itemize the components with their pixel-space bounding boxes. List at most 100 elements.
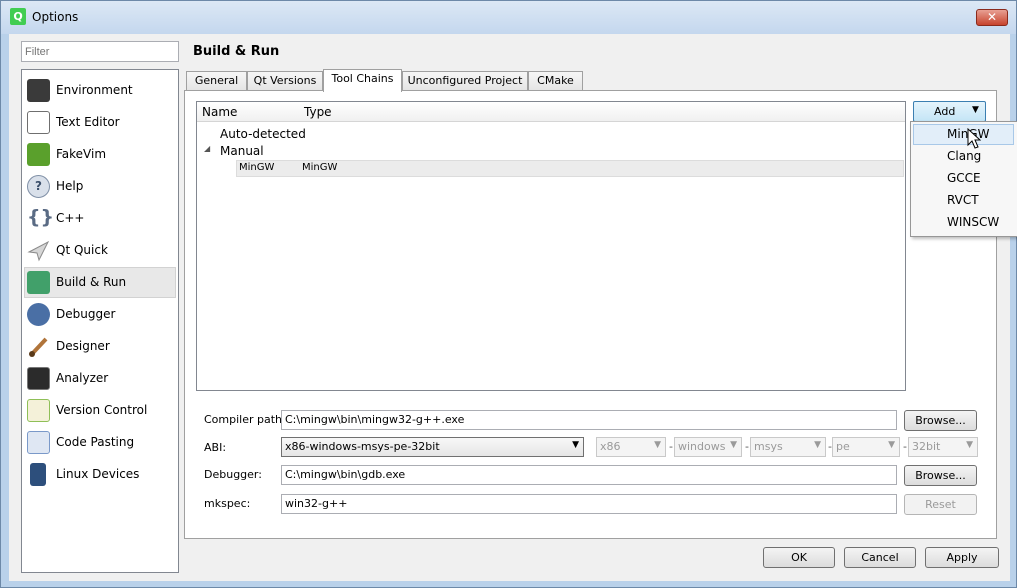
mkspec-label: mkspec: (204, 497, 251, 510)
chevron-down-icon: ▼ (654, 440, 661, 450)
chevron-down-icon: ▼ (730, 440, 737, 450)
close-button[interactable]: ✕ (976, 9, 1008, 26)
brush-icon (27, 335, 50, 358)
expand-arrow-icon[interactable]: ◢ (204, 144, 210, 153)
analyzer-icon (27, 367, 50, 390)
page-title: Build & Run (193, 44, 280, 59)
build-run-icon (27, 271, 50, 294)
fakevim-icon (27, 143, 50, 166)
tree-header: Name Type (197, 102, 905, 122)
chevron-down-icon: ▼ (888, 440, 895, 450)
tool-chains-panel: Name Type Auto-detected ◢ Manual MinGW M… (184, 90, 997, 539)
sidebar-item-label: Qt Quick (56, 243, 108, 257)
toolchain-type: MinGW (302, 162, 338, 173)
abi-os-select: windows ▼ (674, 437, 742, 457)
chevron-down-icon: ▼ (572, 440, 579, 450)
tool-chain-tree[interactable]: Name Type Auto-detected ◢ Manual MinGW M… (196, 101, 906, 391)
tree-group-auto-detected[interactable]: Auto-detected (220, 127, 306, 141)
code-pasting-icon (27, 431, 50, 454)
paper-plane-icon (27, 239, 50, 262)
compiler-path-field[interactable]: C:\mingw\bin\mingw32-g++.exe (281, 410, 897, 430)
sidebar-item-label: Build & Run (56, 275, 127, 289)
sidebar-item-label: C++ (56, 211, 85, 225)
version-control-icon (27, 399, 50, 422)
options-window: Q Options ✕ Environment Text Editor Fake… (0, 0, 1017, 588)
abi-wordwidth-select: 32bit ▼ (908, 437, 978, 457)
sidebar-item-designer[interactable]: Designer (24, 331, 176, 362)
column-header-type[interactable]: Type (304, 105, 332, 119)
menu-item-clang[interactable]: Clang (913, 146, 1014, 167)
title-bar[interactable]: Q Options ✕ (1, 1, 1016, 34)
column-header-name[interactable]: Name (202, 105, 237, 119)
sidebar-item-version-control[interactable]: Version Control (24, 395, 176, 426)
debugger-field[interactable]: C:\mingw\bin\gdb.exe (281, 465, 897, 485)
tab-general[interactable]: General (186, 71, 247, 91)
abi-separator: - (669, 440, 673, 453)
browse-compiler-button[interactable]: Browse... (904, 410, 977, 431)
apply-button[interactable]: Apply (925, 547, 999, 568)
device-icon (30, 463, 46, 486)
sidebar-item-text-editor[interactable]: Text Editor (24, 107, 176, 138)
sidebar-item-label: Version Control (56, 403, 148, 417)
monitor-icon (27, 79, 50, 102)
sidebar-item-build-run[interactable]: Build & Run (24, 267, 176, 298)
sidebar-item-environment[interactable]: Environment (24, 75, 176, 106)
menu-item-mingw[interactable]: MinGW (913, 124, 1014, 145)
dialog-body: Environment Text Editor FakeVim ? Help {… (9, 34, 1010, 581)
window-title: Options (32, 10, 79, 24)
text-editor-icon (27, 111, 50, 134)
browse-debugger-button[interactable]: Browse... (904, 465, 977, 486)
abi-os-value: windows (678, 440, 726, 453)
tab-unconfigured-project[interactable]: Unconfigured Project (402, 71, 528, 91)
menu-item-winscw[interactable]: WINSCW (913, 212, 1014, 233)
mouse-cursor-icon (967, 127, 982, 153)
add-button[interactable]: Add ▼ (913, 101, 986, 122)
toolchain-name: MinGW (239, 162, 275, 173)
abi-flavor-value: msys (754, 440, 783, 453)
sidebar-item-help[interactable]: ? Help (24, 171, 176, 202)
add-toolchain-menu: MinGW Clang GCCE RVCT WINSCW (910, 121, 1017, 237)
sidebar-item-analyzer[interactable]: Analyzer (24, 363, 176, 394)
reset-button[interactable]: Reset (904, 494, 977, 515)
abi-wordwidth-value: 32bit (912, 440, 941, 453)
tab-qt-versions[interactable]: Qt Versions (247, 71, 323, 91)
cancel-button[interactable]: Cancel (844, 547, 916, 568)
sidebar-item-debugger[interactable]: Debugger (24, 299, 176, 330)
abi-format-value: pe (836, 440, 850, 453)
close-icon: ✕ (986, 10, 998, 24)
braces-icon: {} (27, 206, 55, 228)
menu-item-rvct[interactable]: RVCT (913, 190, 1014, 211)
sidebar-item-label: Debugger (56, 307, 116, 321)
abi-flavor-select: msys ▼ (750, 437, 826, 457)
sidebar-item-label: Linux Devices (56, 467, 140, 481)
sidebar-item-label: Code Pasting (56, 435, 135, 449)
category-list: Environment Text Editor FakeVim ? Help {… (21, 69, 179, 573)
sidebar-item-linux-devices[interactable]: Linux Devices (24, 459, 176, 490)
sidebar-item-label: Environment (56, 83, 133, 97)
add-button-label: Add (934, 105, 956, 118)
abi-separator: - (903, 440, 907, 453)
sidebar-item-label: Text Editor (56, 115, 120, 129)
abi-separator: - (745, 440, 749, 453)
abi-select[interactable]: x86-windows-msys-pe-32bit ▼ (281, 437, 584, 457)
debugger-label: Debugger: (204, 468, 262, 481)
sidebar-item-qt-quick[interactable]: Qt Quick (24, 235, 176, 266)
ok-button[interactable]: OK (763, 547, 835, 568)
abi-select-value: x86-windows-msys-pe-32bit (285, 440, 440, 453)
filter-input[interactable] (21, 41, 179, 62)
sidebar-item-code-pasting[interactable]: Code Pasting (24, 427, 176, 458)
sidebar-item-label: FakeVim (56, 147, 107, 161)
sidebar-item-fakevim[interactable]: FakeVim (24, 139, 176, 170)
abi-architecture-select: x86 ▼ (596, 437, 666, 457)
sidebar-item-label: Designer (56, 339, 110, 353)
abi-format-select: pe ▼ (832, 437, 900, 457)
chevron-down-icon: ▼ (972, 105, 979, 115)
menu-item-gcce[interactable]: GCCE (913, 168, 1014, 189)
sidebar-item-label: Analyzer (56, 371, 109, 385)
sidebar-item-cpp[interactable]: {} C++ (24, 203, 176, 234)
tab-tool-chains[interactable]: Tool Chains (323, 69, 402, 92)
mkspec-field[interactable]: win32-g++ (281, 494, 897, 514)
tab-cmake[interactable]: CMake (528, 71, 583, 91)
tree-group-manual[interactable]: Manual (220, 144, 264, 158)
table-row[interactable]: MinGW MinGW (236, 160, 904, 177)
